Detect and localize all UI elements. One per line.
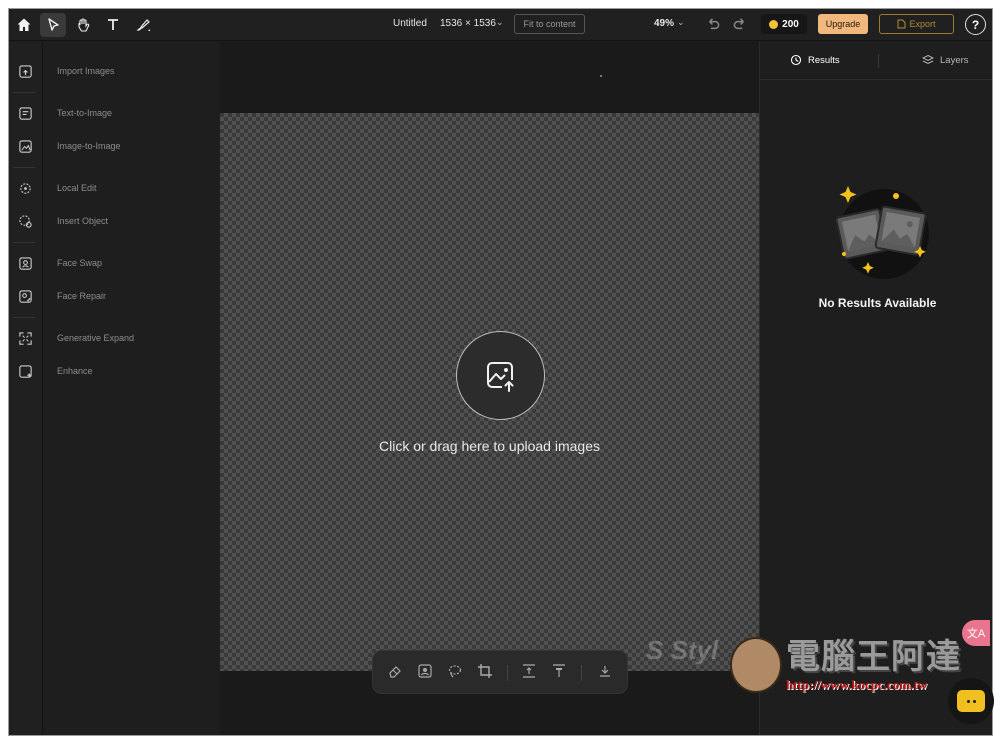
lasso-icon[interactable] (447, 663, 465, 681)
tools-menu: Import Images Text-to-Image Image-to-Ima… (44, 42, 220, 735)
credits-count: 200 (782, 18, 799, 30)
divider (13, 92, 35, 93)
tab-results-label: Results (808, 54, 840, 66)
credits-badge[interactable]: 200 (761, 14, 807, 34)
home-icon[interactable] (11, 13, 37, 37)
empty-gallery-illustration (835, 186, 929, 279)
transparent-canvas[interactable]: Click or drag here to upload images (220, 113, 759, 671)
text-to-image-icon[interactable] (13, 102, 37, 124)
help-button[interactable]: ? (965, 14, 986, 35)
zoom-selector[interactable]: 49% (654, 18, 674, 29)
top-bar: Untitled 1536 × 1536 ⌄ Fit to content 49… (9, 9, 992, 41)
divider (13, 242, 35, 243)
menu-item-local-edit[interactable]: Local Edit (57, 183, 97, 193)
upgrade-button[interactable]: Upgrade (818, 14, 868, 34)
image-to-image-icon[interactable] (13, 135, 37, 157)
upload-button[interactable] (456, 331, 545, 420)
export-label: Export (909, 19, 936, 29)
menu-item-image-to-image[interactable]: Image-to-Image (57, 141, 121, 151)
tab-results[interactable]: Results (790, 54, 840, 66)
history-icon (790, 54, 802, 66)
redo-icon[interactable] (731, 16, 749, 34)
divider (13, 167, 35, 168)
eraser-icon[interactable] (387, 663, 405, 681)
divider (507, 665, 508, 681)
cursor-dot (600, 75, 602, 77)
export-button[interactable]: Export (879, 14, 954, 34)
mascot-logo (730, 637, 782, 693)
brand-watermark-text: S Styl (646, 635, 719, 665)
chat-button[interactable] (948, 678, 994, 724)
tab-layers-label: Layers (940, 54, 969, 66)
brush-tool-icon[interactable] (130, 13, 156, 37)
portrait-icon[interactable] (417, 663, 435, 681)
generative-expand-icon[interactable] (13, 327, 37, 349)
text-tool-icon[interactable] (100, 13, 126, 37)
align-center-icon[interactable] (521, 663, 539, 681)
align-top-icon[interactable] (551, 663, 569, 681)
menu-item-face-swap[interactable]: Face Swap (57, 258, 102, 268)
local-edit-icon[interactable] (13, 177, 37, 199)
menu-item-enhance[interactable]: Enhance (57, 366, 93, 376)
document-title[interactable]: Untitled (393, 18, 427, 29)
import-image-icon[interactable] (13, 60, 37, 82)
download-icon[interactable] (597, 663, 615, 681)
site-url: http://www.kocpc.com.tw (786, 677, 928, 692)
menu-item-text-to-image[interactable]: Text-to-Image (57, 108, 112, 118)
hand-tool-icon[interactable] (70, 13, 96, 37)
divider (13, 317, 35, 318)
menu-item-face-repair[interactable]: Face Repair (57, 291, 106, 301)
crop-icon[interactable] (477, 663, 495, 681)
panel-tabs: Results Layers (760, 42, 992, 80)
tool-rail (9, 42, 43, 735)
canvas-toolbar (372, 650, 628, 694)
divider (878, 54, 879, 68)
tab-layers[interactable]: Layers (922, 54, 969, 66)
menu-item-insert-object[interactable]: Insert Object (57, 216, 108, 226)
empty-state-text: No Results Available (818, 296, 937, 310)
layers-icon (922, 54, 934, 65)
export-file-icon (897, 19, 906, 29)
menu-item-generative-expand[interactable]: Generative Expand (57, 333, 134, 343)
site-logo-text: 電腦王阿達 (786, 638, 961, 676)
menu-item-import-images[interactable]: Import Images (57, 66, 115, 76)
app-window: Untitled 1536 × 1536 ⌄ Fit to content 49… (8, 8, 993, 736)
face-swap-icon[interactable] (13, 252, 37, 274)
coin-icon (769, 19, 779, 29)
insert-object-icon[interactable] (13, 210, 37, 232)
watermark: S Styl 電腦王阿達 http://www.kocpc.com.tw (646, 629, 986, 699)
chevron-down-icon[interactable]: ⌄ (677, 17, 685, 28)
chat-icon (957, 690, 985, 712)
chevron-down-icon[interactable]: ⌄ (496, 17, 504, 28)
fit-to-content-button[interactable]: Fit to content (514, 14, 585, 34)
select-tool-icon[interactable] (40, 13, 66, 37)
face-repair-icon[interactable] (13, 285, 37, 307)
undo-icon[interactable] (704, 16, 722, 34)
canvas-size-selector[interactable]: 1536 × 1536 (440, 18, 496, 29)
upload-image-icon (486, 361, 516, 392)
enhance-icon[interactable] (13, 360, 37, 382)
upload-hint: Click or drag here to upload images (378, 438, 600, 454)
translate-icon[interactable]: 文A (962, 620, 990, 646)
divider (581, 665, 582, 681)
